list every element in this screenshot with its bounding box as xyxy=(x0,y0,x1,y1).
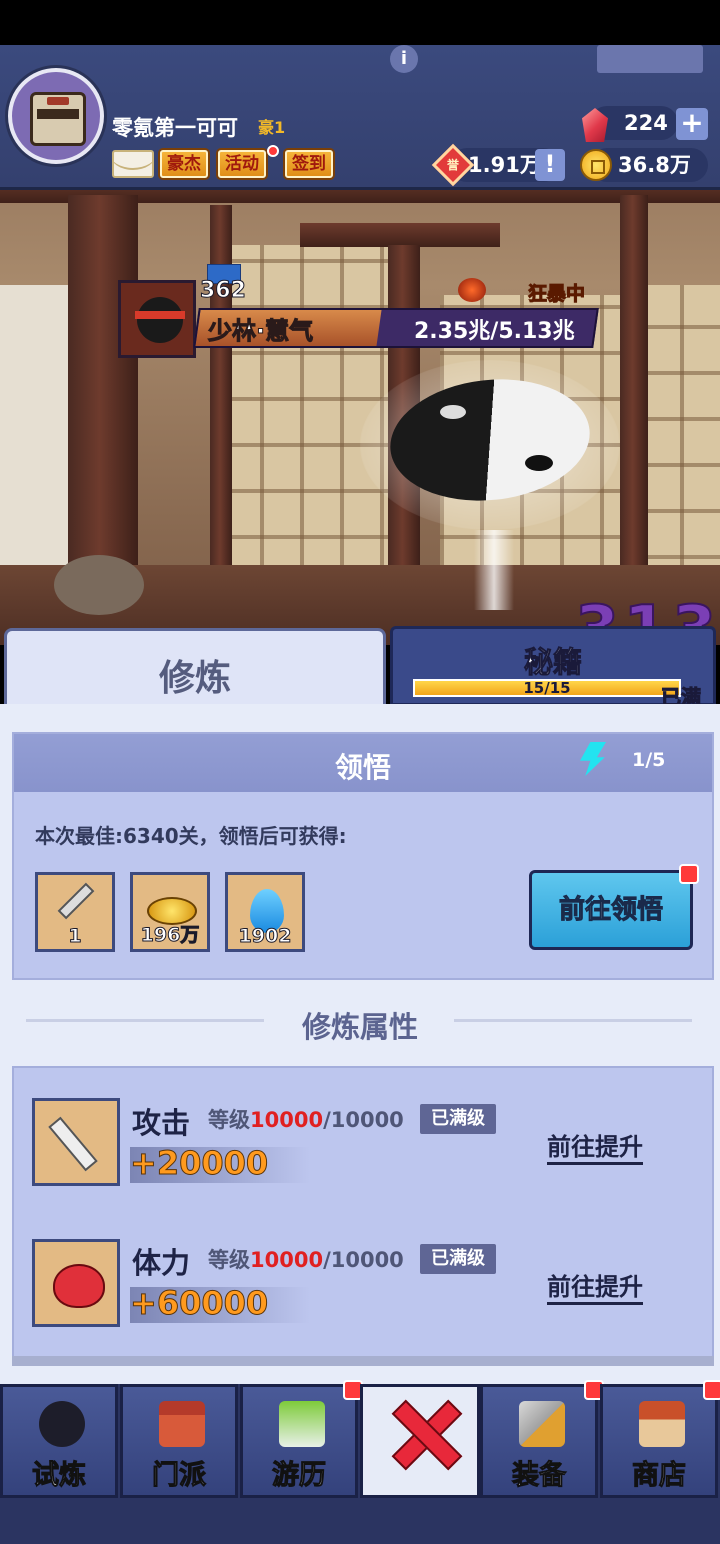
landscape-icon xyxy=(279,1401,325,1447)
add-gems-button[interactable]: + xyxy=(676,108,708,140)
sword-equip-icon xyxy=(519,1401,565,1447)
temple-icon xyxy=(159,1401,205,1447)
pillar xyxy=(620,195,648,615)
go-insight-button[interactable]: 前往领悟 xyxy=(529,870,693,950)
lattice-screen xyxy=(640,285,720,605)
shop-icon xyxy=(639,1401,685,1447)
attributes-title: 修炼属性 xyxy=(301,1010,418,1044)
boss-level: 362 xyxy=(200,278,247,304)
attr-bonus: +60000 xyxy=(129,1284,269,1323)
notification-dot xyxy=(703,1380,720,1400)
honor-info-button[interactable]: ! xyxy=(535,149,565,181)
attr-icon xyxy=(32,1098,120,1186)
smoke-trail xyxy=(474,530,514,610)
secret-progress-text: 15/15 xyxy=(523,679,571,697)
rage-icon xyxy=(458,278,486,302)
go-upgrade-link[interactable]: 前往提升 xyxy=(547,1132,643,1165)
nav-label: 试炼 xyxy=(32,1460,87,1492)
tab-cultivate[interactable]: 修炼 xyxy=(4,628,386,708)
events-button[interactable]: 活动 xyxy=(218,150,266,178)
nav-label: 商店 xyxy=(632,1460,687,1492)
reward-qty: 196万 xyxy=(140,924,200,947)
nav-travel[interactable]: 游历 xyxy=(240,1384,358,1498)
nav-shop[interactable]: 商店 xyxy=(600,1384,718,1498)
gems-value: 224 xyxy=(624,111,668,135)
yin-yang-icon xyxy=(360,360,620,530)
mail-icon[interactable] xyxy=(112,150,154,178)
hero-button[interactable]: 豪杰 xyxy=(160,150,208,178)
nav-label: 门派 xyxy=(152,1460,207,1492)
tab-secret-label: 秘籍 xyxy=(523,645,582,680)
insight-title: 领悟 xyxy=(334,751,391,784)
coin-icon xyxy=(580,149,612,181)
roof-beam xyxy=(300,223,500,247)
coins-value: 36.8万 xyxy=(618,153,691,177)
go-upgrade-link[interactable]: 前往提升 xyxy=(547,1272,643,1305)
checkin-button[interactable]: 签到 xyxy=(285,150,333,178)
treasure-chest-icon xyxy=(30,92,86,146)
bottom-nav: 试炼 门派 游历 装备 商店 xyxy=(0,1380,720,1544)
info-icon[interactable]: i xyxy=(390,45,418,73)
reward-qty: 1902 xyxy=(238,925,292,948)
tab-cultivate-label: 修炼 xyxy=(158,658,231,699)
notification-dot xyxy=(679,864,699,884)
insight-header: 领悟 xyxy=(14,734,712,792)
sword-icon xyxy=(48,1116,98,1172)
attr-icon xyxy=(32,1239,120,1327)
boss-hp-text: 2.35兆/5.13兆 xyxy=(414,319,575,344)
vip-level: 豪1 xyxy=(258,118,286,137)
nav-label: 装备 xyxy=(512,1460,567,1492)
nav-sect[interactable]: 门派 xyxy=(120,1384,238,1498)
nav-close[interactable] xyxy=(360,1384,480,1498)
reward-item[interactable]: 1902 xyxy=(225,872,305,952)
maxed-badge: 已满级 xyxy=(420,1104,496,1134)
tab-secret[interactable]: 秘籍 15/15 已满 xyxy=(390,626,716,710)
energy-counter xyxy=(597,45,703,73)
attr-level: 等级10000/10000 xyxy=(208,1108,404,1132)
attr-name: 攻击 xyxy=(132,1106,191,1140)
reward-qty: 1 xyxy=(68,925,82,948)
heart-icon xyxy=(53,1264,105,1308)
status-bar xyxy=(0,0,720,45)
rage-status: 狂暴中 xyxy=(527,283,586,306)
boss-portrait xyxy=(118,280,196,358)
player-name: 零氪第一可可 xyxy=(112,116,238,140)
boss-name: 少林·慧气 xyxy=(207,317,314,346)
nav-equipment[interactable]: 装备 xyxy=(480,1384,598,1498)
energy-value: 1/5 xyxy=(632,749,666,771)
pillar-base xyxy=(54,555,144,615)
best-stage-text: 本次最佳:6340关，领悟后可获得: xyxy=(35,824,347,848)
attr-name: 体力 xyxy=(132,1246,191,1280)
nav-trial[interactable]: 试炼 xyxy=(0,1384,118,1498)
close-icon xyxy=(391,1401,455,1465)
attr-level: 等级10000/10000 xyxy=(208,1248,404,1272)
honor-value: 1.91万 xyxy=(468,153,541,177)
nav-label: 游历 xyxy=(272,1460,327,1492)
panel-shadow xyxy=(12,1356,714,1366)
pillar xyxy=(68,195,138,575)
maxed-badge: 已满级 xyxy=(420,1244,496,1274)
notification-dot xyxy=(267,145,279,157)
attr-bonus: +20000 xyxy=(129,1144,269,1183)
reward-item[interactable]: 1 xyxy=(35,872,115,952)
reward-item[interactable]: 196万 xyxy=(130,872,210,952)
paper-wall xyxy=(0,285,70,605)
ninja-icon xyxy=(39,1401,85,1447)
player-avatar[interactable] xyxy=(8,68,104,164)
key-icon xyxy=(57,882,95,920)
